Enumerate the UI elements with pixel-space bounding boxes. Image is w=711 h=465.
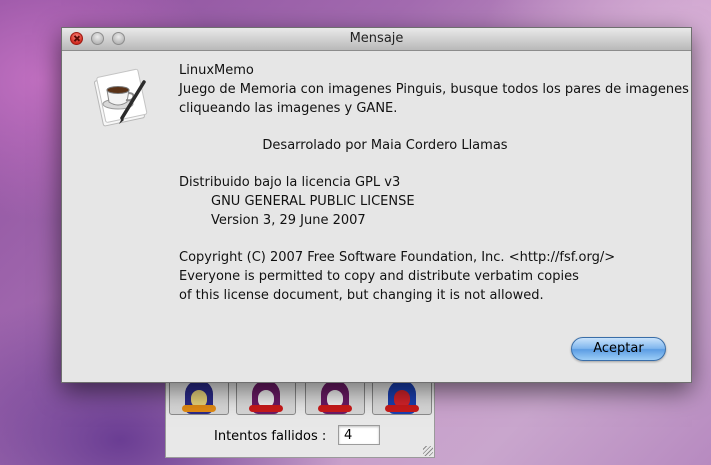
resize-grip[interactable] xyxy=(423,446,433,456)
title-bar[interactable]: Mensaje xyxy=(62,28,691,51)
message-text: LinuxMemo Juego de Memoria con imagenes … xyxy=(179,61,689,305)
license-line: Distribuido bajo la licencia GPL v3 xyxy=(179,175,401,190)
accept-button[interactable]: Aceptar xyxy=(571,337,666,361)
copyright-line: Copyright (C) 2007 Free Software Foundat… xyxy=(179,250,616,265)
copyright-line: of this license document, but changing i… xyxy=(179,288,544,303)
license-version: Version 3, 29 June 2007 xyxy=(211,213,366,228)
description-line: cliqueando las imagenes y GANE. xyxy=(179,101,398,116)
message-dialog: Mensaje LinuxMemo Juego de Memoria con i… xyxy=(61,27,692,383)
author-line: Desarrolado por Maia Cordero Llamas xyxy=(262,138,508,153)
description-line: Juego de Memoria con imagenes Pinguis, b… xyxy=(179,82,689,97)
failed-attempts-field[interactable]: 4 xyxy=(338,425,380,445)
failed-attempts-label: Intentos fallidos : xyxy=(214,429,327,444)
coffee-cup-icon xyxy=(94,68,148,127)
app-name: LinuxMemo xyxy=(179,63,254,78)
dialog-title: Mensaje xyxy=(349,31,404,46)
license-name: GNU GENERAL PUBLIC LICENSE xyxy=(211,194,415,209)
copyright-line: Everyone is permitted to copy and distri… xyxy=(179,269,579,284)
